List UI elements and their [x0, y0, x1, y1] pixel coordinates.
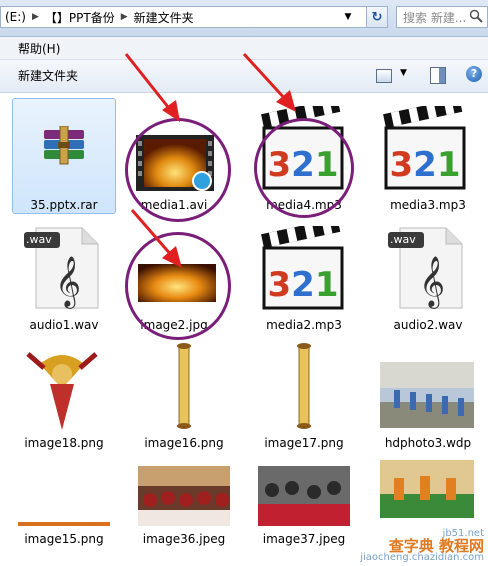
refresh-button[interactable]: ↻ — [366, 6, 388, 28]
file-item-media2-mp3[interactable]: 321 media2.mp3 — [248, 222, 360, 334]
help-icon[interactable]: ? — [466, 66, 482, 82]
search-icon — [469, 9, 483, 23]
svg-text:321: 321 — [267, 265, 338, 305]
watermark-line3: jiaocheng.chazidian.com — [360, 552, 484, 563]
image-thumbnail — [177, 343, 191, 429]
file-name: audio1.wav — [29, 318, 99, 332]
red-arrow-icon — [124, 53, 180, 122]
file-name: hdphoto3.wdp — [384, 436, 472, 450]
menu-help[interactable]: 帮助(H) — [0, 40, 60, 57]
file-name: image16.png — [144, 436, 224, 450]
breadcrumb-ppt-backup[interactable]: 【】PPT备份 — [41, 9, 119, 26]
file-item-image17-png[interactable]: image17.png — [248, 340, 360, 452]
breadcrumb[interactable]: (E:) ▶ 【】PPT备份 ▶ 新建文件夹 ▼ — [0, 6, 388, 28]
file-item-image18-png[interactable]: image18.png — [8, 340, 120, 452]
chevron-right-icon[interactable]: ▶ — [30, 12, 41, 22]
wav-badge: .wav — [26, 233, 52, 246]
image-thumbnail — [297, 343, 311, 429]
breadcrumb-new-folder[interactable]: 新建文件夹 — [130, 9, 198, 26]
red-arrow-icon — [242, 52, 296, 112]
highlight-circle — [254, 118, 354, 218]
file-item-audio2-wav[interactable]: 𝄞 .wav audio2.wav — [372, 222, 484, 334]
search-input[interactable]: 搜索 新建... — [396, 6, 488, 28]
view-options-icon[interactable] — [376, 69, 392, 83]
media-player-clapperboard-icon: 321 — [383, 106, 466, 190]
preview-pane-icon[interactable] — [430, 67, 446, 84]
red-arrow-icon — [130, 209, 182, 268]
svg-text:𝄞: 𝄞 — [419, 256, 445, 309]
file-item-35-pptx-rar[interactable]: 35.pptx.rar — [8, 100, 120, 216]
breadcrumb-drive[interactable]: (E:) — [1, 10, 30, 24]
image-thumbnail — [26, 352, 98, 430]
chevron-right-icon[interactable]: ▶ — [119, 12, 130, 22]
new-folder-button[interactable]: 新建文件夹 — [12, 67, 84, 85]
file-name: image37.jpeg — [262, 532, 346, 546]
file-name: media3.mp3 — [390, 198, 466, 212]
file-name: image15.png — [24, 532, 104, 546]
svg-text:321: 321 — [389, 145, 460, 185]
file-name: media2.mp3 — [266, 318, 342, 332]
chevron-down-icon[interactable]: ▼ — [400, 68, 407, 78]
file-name: image36.jpeg — [142, 532, 226, 546]
image-thumbnail — [380, 362, 474, 428]
file-item-media3-mp3[interactable]: 321 media3.mp3 — [372, 100, 484, 216]
image-thumbnail — [18, 522, 110, 526]
file-name: image17.png — [264, 436, 344, 450]
file-item-image16-png[interactable]: image16.png — [128, 340, 240, 452]
image-thumbnail — [380, 460, 474, 518]
address-bar: (E:) ▶ 【】PPT备份 ▶ 新建文件夹 ▼ ↻ 搜索 新建... — [0, 0, 488, 37]
file-item-hdphoto3-wdp[interactable]: hdphoto3.wdp — [372, 340, 484, 452]
file-item-image36-jpeg[interactable]: image36.jpeg — [128, 460, 240, 560]
file-item-image37-jpeg[interactable]: image37.jpeg — [248, 460, 360, 560]
file-item-image15-png[interactable]: image15.png — [8, 460, 120, 560]
address-dropdown-icon[interactable]: ▼ — [339, 7, 357, 27]
file-name: 35.pptx.rar — [30, 198, 98, 212]
media-player-clapperboard-icon: 321 — [261, 226, 344, 310]
watermark: jb51.net 查字典 教程网 jiaocheng.chazidian.com — [360, 528, 484, 564]
image-thumbnail — [138, 466, 230, 526]
file-name: audio2.wav — [393, 318, 463, 332]
svg-text:𝄞: 𝄞 — [55, 256, 81, 309]
search-placeholder: 搜索 新建... — [403, 10, 467, 25]
file-item-audio1-wav[interactable]: 𝄞 .wav audio1.wav — [8, 222, 120, 334]
watermark-line2: 查字典 教程网 — [388, 537, 484, 555]
file-name: image18.png — [24, 436, 104, 450]
winrar-archive-icon — [44, 126, 84, 165]
wav-badge: .wav — [390, 233, 416, 246]
image-thumbnail — [258, 466, 350, 526]
refresh-icon: ↻ — [371, 9, 383, 25]
